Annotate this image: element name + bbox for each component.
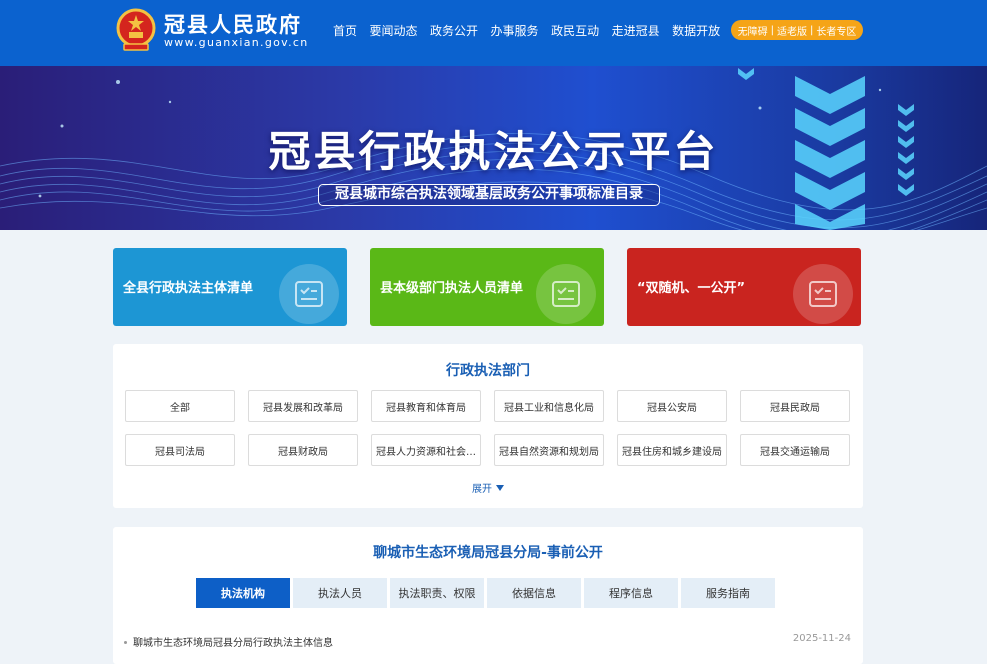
bullet-icon	[124, 641, 127, 644]
checklist-icon	[536, 264, 596, 324]
card-law-enforcement-subjects[interactable]: 全县行政执法主体清单	[113, 248, 347, 326]
dept-label: 冠县司法局	[155, 446, 205, 458]
info-tabs: 执法机构 执法人员 执法职责、权限 依据信息 程序信息 服务指南	[196, 578, 778, 608]
nav-about[interactable]: 走进冠县	[612, 22, 660, 39]
dept-label: 冠县住房和城乡建设局	[622, 446, 722, 458]
tab-enforcement-personnel[interactable]: 执法人员	[293, 578, 387, 608]
dept-label: 冠县交通运输局	[760, 446, 830, 458]
info-panel-title: 聊城市生态环境局冠县分局-事前公开	[373, 545, 603, 561]
tab-procedure-info[interactable]: 程序信息	[584, 578, 678, 608]
card-label: 县本级部门执法人员清单	[380, 281, 524, 296]
site-url: www.guanxian.gov.cn	[164, 36, 309, 49]
dept-label: 冠县工业和信息化局	[504, 402, 594, 414]
caret-down-icon	[496, 485, 504, 491]
list-item[interactable]: 聊城市生态环境局冠县分局行政执法主体信息	[124, 634, 333, 649]
info-panel: 聊城市生态环境局冠县分局-事前公开 执法机构 执法人员 执法职责、权限 依据信息…	[113, 527, 863, 664]
dept-label: 冠县自然资源和规划局	[499, 446, 599, 458]
dept-item[interactable]: 冠县教育和体育局	[371, 390, 481, 422]
nav-open-data[interactable]: 数据开放	[672, 22, 720, 39]
dept-all[interactable]: 全部	[125, 390, 235, 422]
dept-item[interactable]: 冠县工业和信息化局	[494, 390, 604, 422]
nav-interaction[interactable]: 政民互动	[551, 22, 599, 39]
dept-item[interactable]: 冠县住房和城乡建设局	[617, 434, 727, 466]
accessibility-bar: 无障碍 | 适老版 | 长者专区	[731, 20, 863, 40]
dept-label: 全部	[170, 402, 190, 414]
department-panel-title: 行政执法部门	[446, 363, 530, 379]
hero-banner: 冠县行政执法公示平台 冠县城市综合执法领域基层政务公开事项标准目录	[0, 66, 987, 230]
dept-item[interactable]: 冠县司法局	[125, 434, 235, 466]
dept-item[interactable]: 冠县发展和改革局	[248, 390, 358, 422]
dept-label: 冠县财政局	[278, 446, 328, 458]
tab-service-guide[interactable]: 服务指南	[681, 578, 775, 608]
nav-services[interactable]: 办事服务	[491, 22, 539, 39]
dept-item[interactable]: 冠县财政局	[248, 434, 358, 466]
nav-news[interactable]: 要闻动态	[370, 22, 418, 39]
card-label: “双随机、一公开”	[637, 281, 746, 296]
expand-button[interactable]: 展开	[113, 480, 863, 495]
separator: |	[770, 24, 774, 36]
dept-item[interactable]: 冠县公安局	[617, 390, 727, 422]
card-double-random[interactable]: “双随机、一公开”	[627, 248, 861, 326]
tab-duties-authority[interactable]: 执法职责、权限	[390, 578, 484, 608]
separator: |	[810, 24, 814, 36]
banner-title: 冠县行政执法公示平台	[268, 127, 719, 176]
nav-home[interactable]: 首页	[333, 22, 357, 39]
tab-enforcement-agency[interactable]: 执法机构	[196, 578, 290, 608]
site-name[interactable]: 冠县人民政府	[164, 9, 302, 39]
card-label: 全县行政执法主体清单	[123, 281, 254, 296]
dept-label: 冠县教育和体育局	[386, 402, 466, 414]
elderly-mode-link[interactable]: 适老版	[777, 23, 807, 38]
dept-item[interactable]: 冠县交通运输局	[740, 434, 850, 466]
card-enforcement-personnel[interactable]: 县本级部门执法人员清单	[370, 248, 604, 326]
checklist-icon	[793, 264, 853, 324]
list-item-date: 2025-11-24	[792, 633, 851, 644]
dept-item[interactable]: 冠县自然资源和规划局	[494, 434, 604, 466]
dept-label: 冠县公安局	[647, 402, 697, 414]
dept-label: 冠县民政局	[770, 402, 820, 414]
dept-item[interactable]: 冠县人力资源和社会…	[371, 434, 481, 466]
department-panel: 行政执法部门 全部 冠县发展和改革局 冠县教育和体育局 冠县工业和信息化局 冠县…	[113, 344, 863, 508]
national-emblem-icon	[116, 8, 156, 51]
banner-subtitle[interactable]: 冠县城市综合执法领域基层政务公开事项标准目录	[318, 184, 660, 206]
dept-label: 冠县人力资源和社会…	[376, 446, 476, 458]
senior-zone-link[interactable]: 长者专区	[816, 23, 856, 38]
site-header: 冠县人民政府 www.guanxian.gov.cn 首页 要闻动态 政务公开 …	[0, 0, 987, 66]
dept-item[interactable]: 冠县民政局	[740, 390, 850, 422]
tab-basis-info[interactable]: 依据信息	[487, 578, 581, 608]
main-nav: 首页 要闻动态 政务公开 办事服务 政民互动 走进冠县 数据开放 繁	[333, 22, 757, 39]
nav-gov-affairs[interactable]: 政务公开	[430, 22, 478, 39]
expand-label: 展开	[472, 484, 492, 495]
accessibility-link[interactable]: 无障碍	[738, 23, 768, 38]
list-item-text: 聊城市生态环境局冠县分局行政执法主体信息	[133, 638, 333, 649]
checklist-icon	[279, 264, 339, 324]
dept-label: 冠县发展和改革局	[263, 402, 343, 414]
